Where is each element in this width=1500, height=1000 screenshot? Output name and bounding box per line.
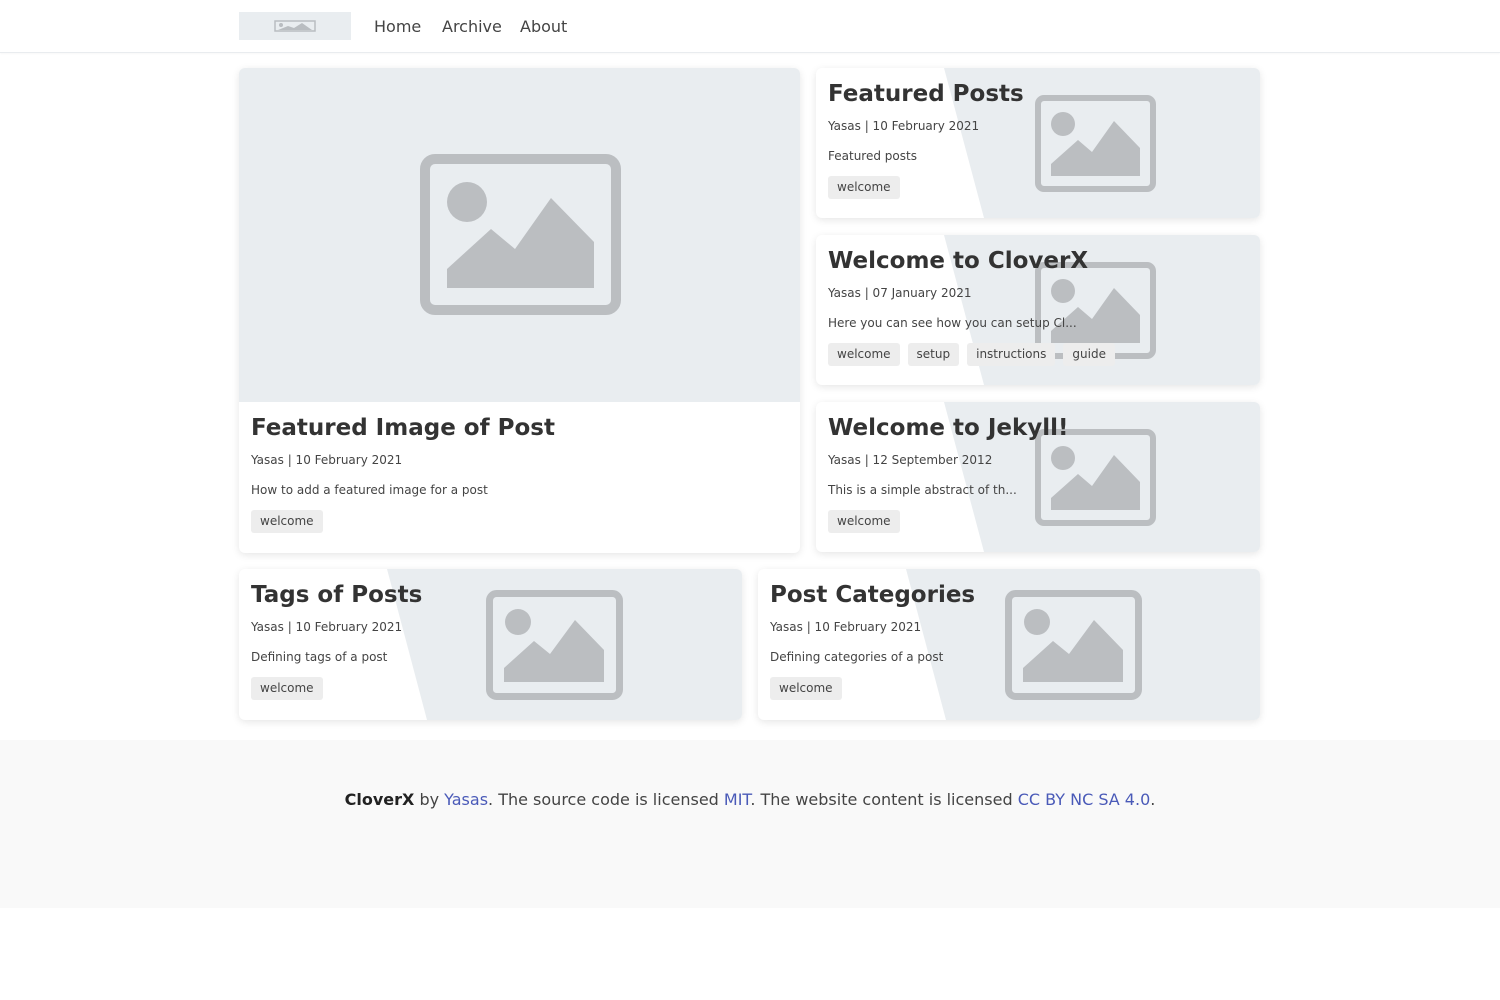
post-card-post-categories[interactable]: Post Categories Yasas | 10 February 2021…: [758, 569, 1260, 720]
post-excerpt: Here you can see how you can setup Cl...: [828, 316, 1077, 330]
footer-mit-link[interactable]: MIT: [724, 790, 750, 809]
footer-text: CloverX by Yasas. The source code is lic…: [0, 790, 1500, 810]
tag-welcome[interactable]: welcome: [770, 677, 842, 700]
post-card-welcome-jekyll[interactable]: Welcome to Jekyll! Yasas | 12 September …: [816, 402, 1260, 552]
post-title[interactable]: Welcome to CloverX: [828, 247, 1115, 275]
post-meta: Yasas | 10 February 2021: [828, 119, 980, 133]
footer-cc-link[interactable]: CC BY NC SA 4.0: [1018, 790, 1151, 809]
post-card-tags-of-posts[interactable]: Tags of Posts Yasas | 10 February 2021 D…: [239, 569, 742, 720]
post-title[interactable]: Tags of Posts: [251, 581, 422, 609]
footer-text-3: .: [1150, 790, 1156, 809]
image-placeholder-icon: [1035, 95, 1156, 192]
post-title[interactable]: Welcome to Jekyll!: [828, 414, 1069, 442]
post-card-featured-image[interactable]: Featured Image of Post Yasas | 10 Februa…: [239, 68, 800, 553]
nav-about-link[interactable]: About: [520, 17, 567, 37]
navbar: Home Archive About: [0, 0, 1500, 53]
tag-welcome[interactable]: welcome: [251, 677, 323, 700]
tag-guide[interactable]: guide: [1063, 343, 1115, 366]
post-meta: Yasas | 07 January 2021: [828, 286, 972, 300]
footer-by: by: [414, 790, 445, 809]
logo-link[interactable]: [239, 12, 351, 40]
tag-welcome[interactable]: welcome: [251, 510, 323, 533]
nav-archive-link[interactable]: Archive: [442, 17, 502, 37]
post-meta: Yasas | 10 February 2021: [251, 620, 403, 634]
post-excerpt: Featured posts: [828, 149, 917, 163]
post-card-welcome-cloverx[interactable]: Welcome to CloverX Yasas | 07 January 20…: [816, 235, 1260, 385]
post-meta: Yasas | 12 September 2012: [828, 453, 993, 467]
nav-home-link[interactable]: Home: [374, 17, 421, 37]
tag-welcome[interactable]: welcome: [828, 343, 900, 366]
post-excerpt: Defining tags of a post: [251, 650, 388, 664]
footer-text-1: . The source code is licensed: [488, 790, 724, 809]
post-excerpt: How to add a featured image for a post: [251, 483, 488, 497]
image-placeholder-icon: [486, 590, 623, 700]
post-image: [239, 68, 800, 402]
footer-brand: CloverX: [344, 790, 415, 809]
tag-welcome[interactable]: welcome: [828, 176, 900, 199]
post-title[interactable]: Post Categories: [770, 581, 975, 609]
tag-instructions[interactable]: instructions: [967, 343, 1056, 366]
image-placeholder-icon: [1005, 590, 1142, 700]
post-excerpt: Defining categories of a post: [770, 650, 944, 664]
footer-text-2: . The website content is licensed: [750, 790, 1018, 809]
post-title[interactable]: Featured Posts: [828, 80, 1024, 108]
footer-author-link[interactable]: Yasas: [444, 790, 488, 809]
post-meta: Yasas | 10 February 2021: [770, 620, 922, 634]
post-excerpt: This is a simple abstract of th...: [828, 483, 1017, 497]
logo-icon: [274, 20, 316, 32]
post-card-featured-posts[interactable]: Featured Posts Yasas | 10 February 2021 …: [816, 68, 1260, 218]
footer: CloverX by Yasas. The source code is lic…: [0, 740, 1500, 908]
tag-setup[interactable]: setup: [907, 343, 960, 366]
tag-welcome[interactable]: welcome: [828, 510, 900, 533]
image-placeholder-icon: [420, 154, 621, 315]
post-title[interactable]: Featured Image of Post: [251, 414, 555, 442]
post-meta: Yasas | 10 February 2021: [251, 453, 403, 467]
